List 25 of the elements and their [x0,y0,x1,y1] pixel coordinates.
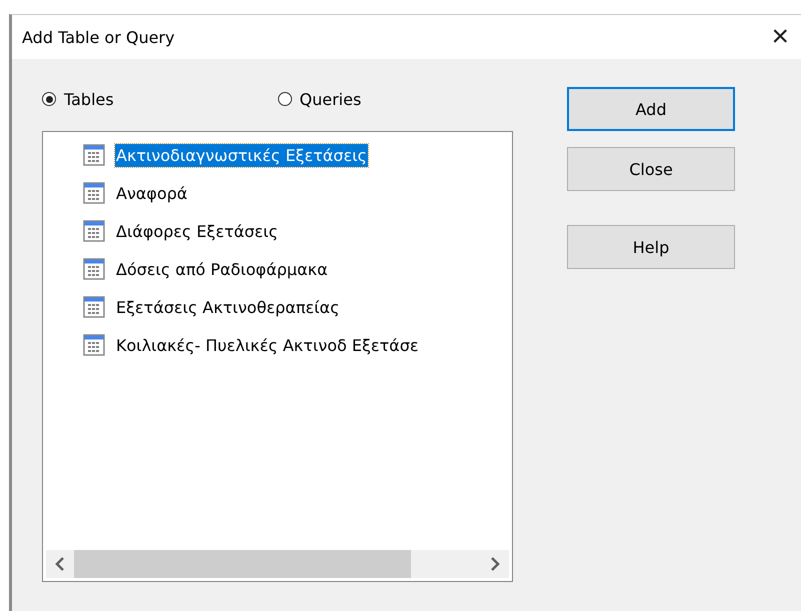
radio-label[interactable]: Tables [64,90,114,108]
scroll-thumb[interactable] [74,550,411,578]
window-title: Add Table or Query [22,28,175,46]
table-item[interactable]: Κοιλιακές- Πυελικές Ακτινοδ Εξετάσε [115,334,420,356]
table-item[interactable]: Αναφορά [115,182,188,204]
horizontal-scrollbar[interactable] [46,550,509,578]
table-icon [83,144,105,166]
table-item[interactable]: Εξετάσεις Ακτινοθεραπείας [115,296,340,318]
dialog-button[interactable]: Help [567,225,735,269]
table-icon [83,220,105,242]
table-icon [83,258,105,280]
dialog-button[interactable]: Add [567,87,735,131]
table-item[interactable]: Ακτινοδιαγνωστικές Εξετάσεις [115,144,368,166]
table-icon [83,296,105,318]
table-item[interactable]: Διάφορες Εξετάσεις [115,220,279,242]
scroll-left-icon[interactable] [55,557,65,571]
dialog-button[interactable]: Close [567,147,735,191]
table-item[interactable]: Δόσεις από Ραδιοφάρμακα [115,258,329,280]
radio-label[interactable]: Queries [300,90,362,108]
radio-button[interactable] [278,92,292,106]
table-icon [83,334,105,356]
table-icon [83,182,105,204]
radio-button[interactable] [42,92,56,106]
scroll-right-icon[interactable] [490,557,500,571]
close-button[interactable]: × [771,22,789,52]
